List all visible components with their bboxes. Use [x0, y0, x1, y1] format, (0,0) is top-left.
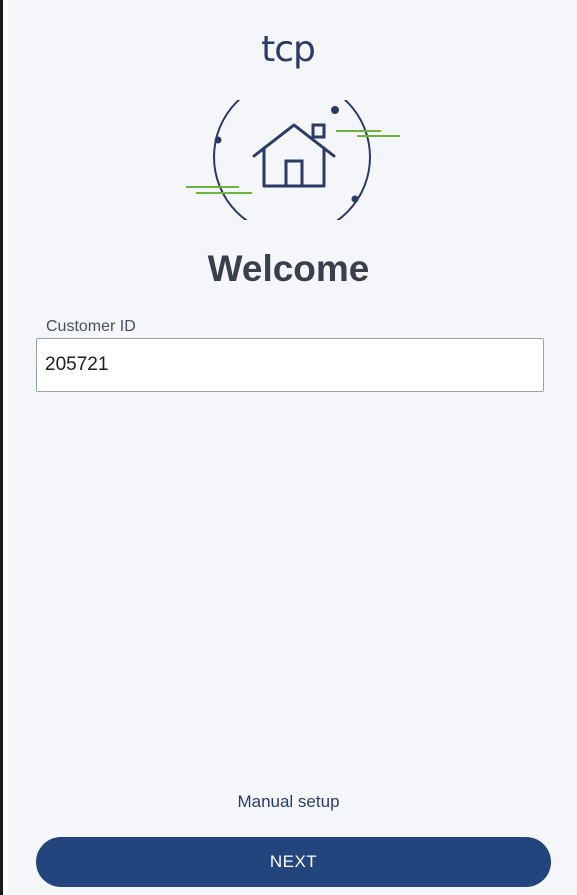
house-in-circle-icon	[186, 100, 400, 220]
house-chimney	[311, 123, 326, 139]
hero-dot	[351, 195, 359, 203]
next-button-label: NEXT	[269, 852, 318, 871]
logo-text: tcp	[261, 29, 316, 70]
tcp-logo: tcp	[228, 20, 348, 80]
page-title: Welcome	[207, 248, 370, 289]
customer-id-input[interactable]	[37, 339, 543, 391]
house-shape	[252, 123, 336, 188]
hero-dot	[331, 106, 339, 114]
hero-dot	[214, 136, 222, 144]
manual-setup-link[interactable]: Manual setup	[0, 792, 577, 812]
house-door	[284, 159, 304, 188]
app-frame: tcp Welcome Customer ID Manual setup NEX…	[0, 0, 577, 895]
next-button[interactable]: NEXT	[36, 837, 551, 887]
customer-id-field[interactable]	[36, 338, 544, 392]
window-edge	[0, 0, 3, 895]
customer-id-label: Customer ID	[42, 318, 140, 336]
